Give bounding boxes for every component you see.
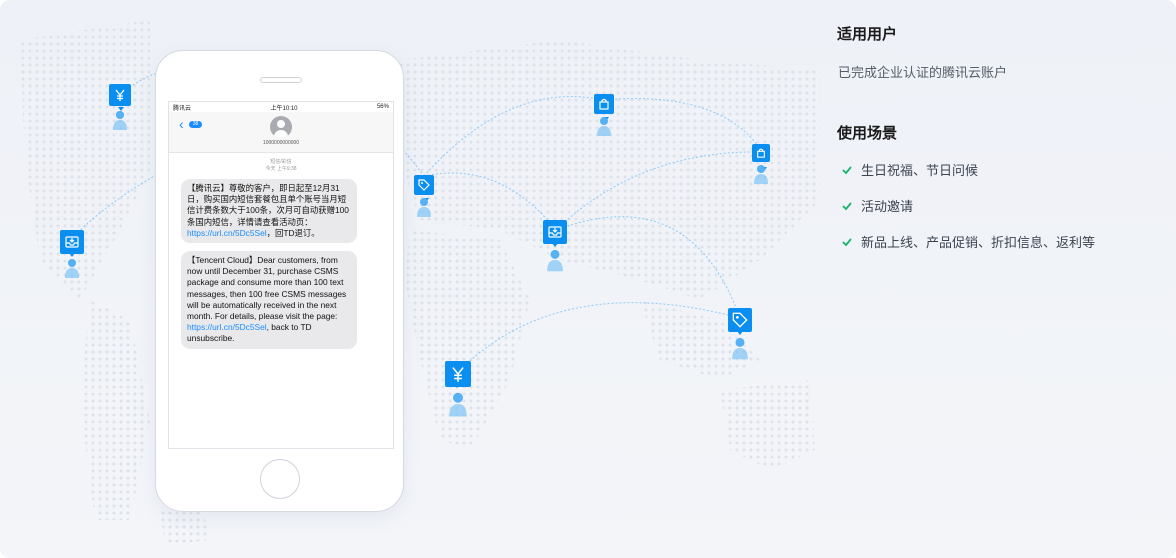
use-case-label: 生日祝福、节日问候 xyxy=(861,163,979,178)
phone-mockup: 腾讯云 上午10:10 56% ‹ 38 1000000000000 短信/彩信… xyxy=(155,50,404,512)
person-icon xyxy=(417,198,431,217)
home-button xyxy=(260,459,300,499)
inbox-icon xyxy=(543,220,567,247)
person-icon xyxy=(113,111,127,130)
person-icon xyxy=(754,165,768,184)
shopping-bag-icon xyxy=(594,94,614,121)
yen-icon xyxy=(109,84,131,111)
check-icon xyxy=(842,201,852,210)
use-case-label: 活动邀请 xyxy=(861,199,914,214)
status-bar: 腾讯云 上午10:10 56% xyxy=(169,102,393,112)
message-meta: 短信/彩信 今天 上午9:38 xyxy=(169,159,393,173)
message-type-label: 短信/彩信 xyxy=(270,159,292,165)
status-time: 上午10:10 xyxy=(270,105,298,112)
person-icon xyxy=(732,337,748,360)
phone-speaker xyxy=(260,77,302,83)
person-icon xyxy=(65,259,79,278)
tag-icon xyxy=(728,308,752,335)
message-timestamp: 今天 上午9:38 xyxy=(265,166,297,172)
yen-icon xyxy=(445,361,471,388)
sms-bubble-english: 【Tencent Cloud】Dear customers, from now … xyxy=(181,251,357,349)
sms-text: 【Tencent Cloud】Dear customers, from now … xyxy=(187,255,347,322)
person-icon xyxy=(547,249,563,272)
sms-text: 【腾讯云】尊敬的客户，即日起至12月31日，购买国内短信套餐包且单个账号当月短信… xyxy=(187,183,349,227)
sms-link[interactable]: https://url.cn/5Dc5Sel xyxy=(187,322,267,332)
back-badge: 38 xyxy=(189,121,202,128)
sms-link[interactable]: https://url.cn/5Dc5Sel xyxy=(187,228,267,238)
feature-panel: 腾讯云 上午10:10 56% ‹ 38 1000000000000 短信/彩信… xyxy=(0,0,1176,558)
sms-bubble-chinese: 【腾讯云】尊敬的客户，即日起至12月31日，购买国内短信套餐包且单个账号当月短信… xyxy=(181,179,357,244)
target-users-title: 适用用户 xyxy=(837,26,898,43)
use-cases-title: 使用场景 xyxy=(837,125,898,142)
check-icon xyxy=(842,165,852,174)
carrier-label: 腾讯云 xyxy=(173,105,192,112)
use-case-item: 活动邀请 xyxy=(840,196,913,215)
check-icon xyxy=(842,237,852,246)
person-icon xyxy=(597,117,611,136)
shopping-bag-icon xyxy=(752,144,770,171)
sms-tail: ，回TD退订。 xyxy=(266,227,320,238)
tag-icon xyxy=(414,175,434,202)
contact-avatar[interactable] xyxy=(270,116,292,138)
inbox-icon xyxy=(60,230,84,257)
use-case-item: 生日祝福、节日问候 xyxy=(840,160,978,179)
use-case-label: 新品上线、产品促销、折扣信息、返利等 xyxy=(861,235,1096,250)
contact-number: 1000000000000 xyxy=(262,140,300,146)
chevron-left-icon[interactable]: ‹ xyxy=(179,116,184,132)
phone-screen: 腾讯云 上午10:10 56% ‹ 38 1000000000000 短信/彩信… xyxy=(168,101,394,449)
target-users-desc: 已完成企业认证的腾讯云账户 xyxy=(838,65,1008,80)
message-nav-bar: ‹ 38 1000000000000 xyxy=(169,112,393,153)
battery-label: 56% xyxy=(376,104,389,110)
person-icon xyxy=(449,392,467,417)
use-case-item: 新品上线、产品促销、折扣信息、返利等 xyxy=(840,232,1095,251)
